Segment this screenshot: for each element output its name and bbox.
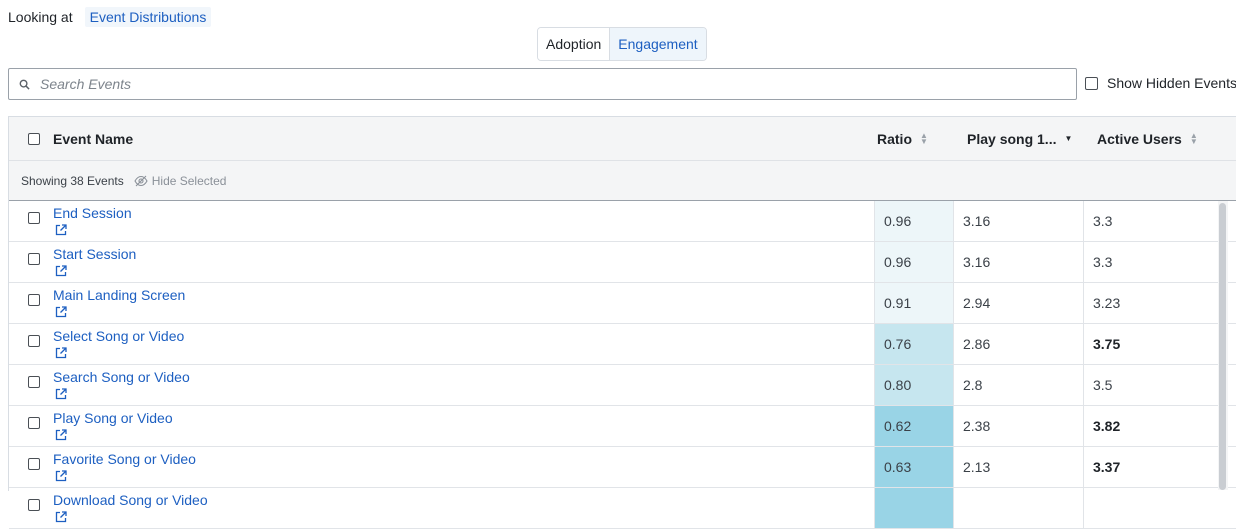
external-link-icon[interactable] xyxy=(55,224,67,236)
scrollbar-thumb[interactable] xyxy=(1219,203,1226,490)
search-box xyxy=(8,68,1077,100)
events-count: Showing 38 Events xyxy=(21,173,124,188)
view-toggle: Adoption Engagement xyxy=(537,27,707,61)
ratio-cell xyxy=(874,488,953,528)
ratio-cell: 0.96 xyxy=(874,201,953,241)
row-checkbox[interactable] xyxy=(28,335,40,347)
table-row: Main Landing Screen 0.91 2.94 3.23 xyxy=(9,283,1236,324)
external-link-icon[interactable] xyxy=(55,470,67,482)
row-checkbox[interactable] xyxy=(28,376,40,388)
table-body: End Session 0.96 3.16 3.3 Start Session 0.96 3… xyxy=(9,201,1236,529)
tab-engagement[interactable]: Engagement xyxy=(609,28,706,60)
play-song-cell xyxy=(953,488,1083,528)
event-name-link[interactable]: Play Song or Video xyxy=(53,410,173,426)
play-song-cell: 2.8 xyxy=(953,365,1083,405)
show-hidden-label: Show Hidden Events xyxy=(1107,75,1236,91)
event-name-link[interactable]: End Session xyxy=(53,205,132,221)
event-name-link[interactable]: Start Session xyxy=(53,246,136,262)
play-song-cell: 2.86 xyxy=(953,324,1083,364)
column-event-name[interactable]: Event Name xyxy=(53,117,133,160)
ratio-cell: 0.63 xyxy=(874,447,953,487)
table-row: Select Song or Video 0.76 2.86 3.75 xyxy=(9,324,1236,365)
external-link-icon[interactable] xyxy=(55,265,67,277)
table-row: Play Song or Video 0.62 2.38 3.82 xyxy=(9,406,1236,447)
active-users-cell xyxy=(1083,488,1223,528)
event-name-link[interactable]: Search Song or Video xyxy=(53,369,190,385)
looking-at-label: Looking at xyxy=(8,9,73,25)
event-name-link[interactable]: Download Song or Video xyxy=(53,492,208,508)
column-ratio[interactable]: Ratio ▲ ▼ xyxy=(877,117,928,160)
external-link-icon[interactable] xyxy=(55,347,67,359)
active-users-cell: 3.3 xyxy=(1083,242,1223,282)
play-song-cell: 2.13 xyxy=(953,447,1083,487)
active-users-cell: 3.3 xyxy=(1083,201,1223,241)
external-link-icon[interactable] xyxy=(55,429,67,441)
select-all-checkbox[interactable] xyxy=(28,133,40,145)
table-header: Event Name Ratio ▲▼ Play song 1... ▲▼ Ac… xyxy=(9,117,1236,161)
row-checkbox[interactable] xyxy=(28,458,40,470)
column-active-users-label: Active Users xyxy=(1097,130,1182,147)
row-checkbox[interactable] xyxy=(28,499,40,511)
external-link-icon[interactable] xyxy=(55,306,67,318)
row-checkbox[interactable] xyxy=(28,417,40,429)
ratio-cell: 0.91 xyxy=(874,283,953,323)
active-users-cell: 3.82 xyxy=(1083,406,1223,446)
external-link-icon[interactable] xyxy=(55,511,67,523)
ratio-cell: 0.62 xyxy=(874,406,953,446)
table-row: End Session 0.96 3.16 3.3 xyxy=(9,201,1236,242)
event-name-link[interactable]: Select Song or Video xyxy=(53,328,184,344)
row-checkbox[interactable] xyxy=(28,294,40,306)
showing-bar: Showing 38 Events Hide Selected xyxy=(9,161,1236,201)
show-hidden-events[interactable]: Show Hidden Events xyxy=(1085,75,1236,91)
table-row: Start Session 0.96 3.16 3.3 xyxy=(9,242,1236,283)
active-users-cell: 3.23 xyxy=(1083,283,1223,323)
play-song-cell: 2.38 xyxy=(953,406,1083,446)
hide-selected-label: Hide Selected xyxy=(151,173,227,188)
ratio-cell: 0.76 xyxy=(874,324,953,364)
ratio-cell: 0.80 xyxy=(874,365,953,405)
column-play-song-label: Play song 1... xyxy=(967,130,1057,147)
active-users-cell: 3.5 xyxy=(1083,365,1223,405)
search-input[interactable] xyxy=(38,75,1076,93)
active-users-cell: 3.75 xyxy=(1083,324,1223,364)
row-checkbox[interactable] xyxy=(28,212,40,224)
event-name-link[interactable]: Favorite Song or Video xyxy=(53,451,196,467)
sort-desc-icon[interactable]: ▲▼ xyxy=(1064,134,1072,142)
table-row: Download Song or Video xyxy=(9,488,1236,529)
events-table: Event Name Ratio ▲▼ Play song 1... ▲▼ Ac… xyxy=(8,116,1236,529)
column-active-users[interactable]: Active Users ▲ ▼ xyxy=(1097,117,1198,160)
event-name-link[interactable]: Main Landing Screen xyxy=(53,287,185,303)
ratio-cell: 0.96 xyxy=(874,242,953,282)
column-play-song[interactable]: Play song 1... ▲▼ xyxy=(967,117,1072,160)
play-song-cell: 2.94 xyxy=(953,283,1083,323)
active-users-cell: 3.37 xyxy=(1083,447,1223,487)
sort-icon[interactable]: ▲ ▼ xyxy=(1190,131,1198,145)
looking-at-bar: Looking at Event Distributions xyxy=(8,6,212,28)
play-song-cell: 3.16 xyxy=(953,201,1083,241)
hide-selected-button[interactable]: Hide Selected xyxy=(134,173,227,188)
external-link-icon[interactable] xyxy=(55,388,67,400)
event-distributions-chip[interactable]: Event Distributions xyxy=(84,7,212,27)
tab-adoption[interactable]: Adoption xyxy=(538,28,610,60)
show-hidden-checkbox[interactable] xyxy=(1085,76,1098,90)
search-icon xyxy=(19,79,30,90)
sort-icon[interactable]: ▲ ▼ xyxy=(920,131,928,145)
table-row: Favorite Song or Video 0.63 2.13 3.37 xyxy=(9,447,1236,488)
eye-off-icon xyxy=(134,175,148,186)
play-song-cell: 3.16 xyxy=(953,242,1083,282)
table-row: Search Song or Video 0.80 2.8 3.5 xyxy=(9,365,1236,406)
row-checkbox[interactable] xyxy=(28,253,40,265)
column-ratio-label: Ratio xyxy=(877,130,912,147)
